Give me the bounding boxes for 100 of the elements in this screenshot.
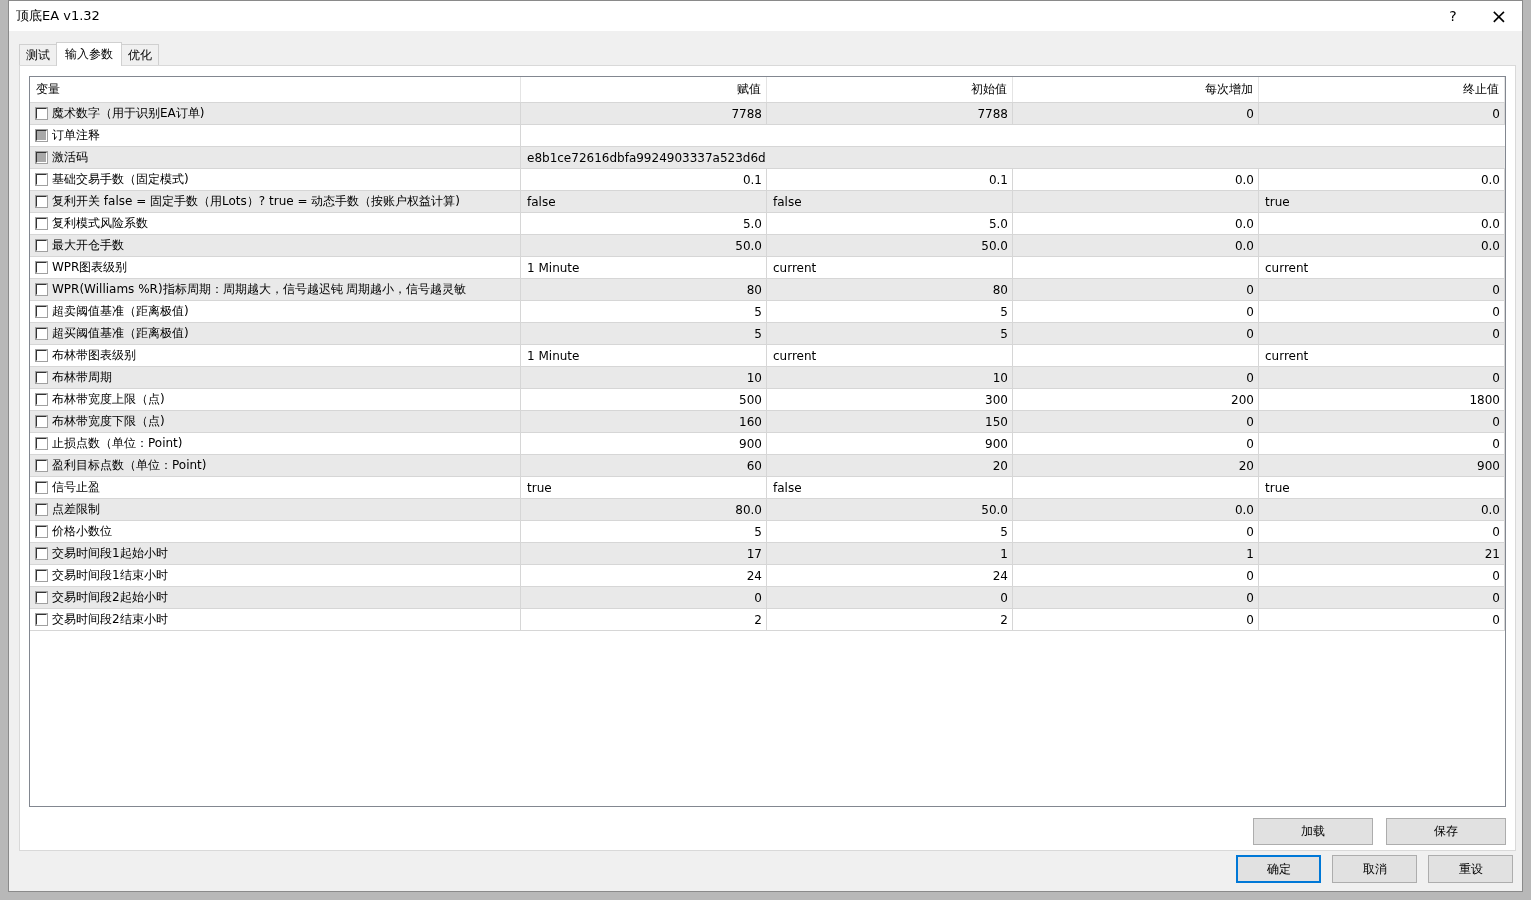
checkbox[interactable] (36, 174, 47, 185)
dialog-button[interactable]: 重设 (1428, 855, 1513, 883)
tab[interactable]: 输入参数 (56, 42, 122, 66)
table-cell: 1 Minute (527, 348, 580, 363)
table-cell: 0 (1246, 370, 1254, 385)
table-cell: current (1265, 348, 1309, 363)
table-cell: 0 (1246, 568, 1254, 583)
table-cell: 300 (985, 392, 1008, 407)
tab[interactable]: 优化 (121, 44, 159, 65)
table-cell: 5.0 (988, 216, 1008, 231)
checkbox[interactable] (36, 284, 47, 295)
column-header[interactable]: 变量 (30, 77, 521, 102)
table-cell: 5 (754, 304, 762, 319)
table-cell: current (1265, 260, 1309, 275)
table-cell: 24 (992, 568, 1008, 583)
parameter-name: 点差限制 (52, 501, 100, 518)
column-header[interactable]: 赋值 (521, 77, 767, 102)
help-button[interactable]: ? (1430, 8, 1476, 24)
dialog-button[interactable]: 确定 (1236, 855, 1321, 883)
column-header[interactable]: 每次增加 (1013, 77, 1259, 102)
checkbox[interactable] (36, 394, 47, 405)
table-cell: 0 (1246, 524, 1254, 539)
table-cell: 0 (1492, 436, 1500, 451)
table-cell: false (773, 480, 802, 495)
table-cell: 50.0 (981, 502, 1008, 517)
tab[interactable]: 测试 (19, 44, 57, 65)
table-cell: 1 Minute (527, 260, 580, 275)
table-cell: 10 (992, 370, 1008, 385)
checkbox[interactable] (36, 416, 47, 427)
parameter-name: 止损点数（单位：Point) (52, 435, 183, 452)
panel-button[interactable]: 加载 (1253, 818, 1373, 845)
checkbox[interactable] (36, 218, 47, 229)
table-cell: 0 (1492, 326, 1500, 341)
parameter-name: 盈利目标点数（单位：Point) (52, 457, 207, 474)
checkbox[interactable] (36, 108, 47, 119)
table-cell: 20 (992, 458, 1008, 473)
table-cell: 21 (1484, 546, 1500, 561)
column-header[interactable]: 终止值 (1259, 77, 1505, 102)
table-cell: false (527, 194, 556, 209)
parameter-name: 交易时间段1起始小时 (52, 545, 168, 562)
dialog-button[interactable]: 取消 (1332, 855, 1417, 883)
table-cell: 0.0 (1480, 172, 1500, 187)
checkbox[interactable] (36, 438, 47, 449)
parameter-name: 交易时间段1结束小时 (52, 567, 168, 584)
table-cell: 0 (754, 590, 762, 605)
table-cell: 80 (746, 282, 762, 297)
table-cell: 0 (1492, 414, 1500, 429)
checkbox[interactable] (36, 306, 47, 317)
table-cell: true (527, 480, 552, 495)
parameter-name: 基础交易手数（固定模式) (52, 171, 189, 188)
table-cell: 5 (754, 326, 762, 341)
parameter-name: 订单注释 (52, 127, 100, 144)
checkbox[interactable] (36, 482, 47, 493)
table-cell: 5 (754, 524, 762, 539)
table-cell: 900 (739, 436, 762, 451)
parameter-name: WPR图表级别 (52, 259, 128, 276)
checkbox[interactable] (36, 570, 47, 581)
checkbox[interactable] (36, 328, 47, 339)
table-cell: 0 (1246, 612, 1254, 627)
parameter-name: 交易时间段2结束小时 (52, 611, 168, 628)
table-cell: 0 (1246, 106, 1254, 121)
parameter-name: 魔术数字（用于识别EA订单) (52, 105, 205, 122)
table-cell: 0 (1246, 304, 1254, 319)
column-header[interactable]: 初始值 (767, 77, 1013, 102)
table-cell: 80 (992, 282, 1008, 297)
table-cell: 0.0 (1234, 172, 1254, 187)
checkbox[interactable] (36, 526, 47, 537)
table-cell: 0 (1492, 304, 1500, 319)
table-cell: 17 (746, 546, 762, 561)
parameter-name: 布林带宽度下限（点) (52, 413, 165, 430)
table-cell: true (1265, 194, 1290, 209)
checkbox[interactable] (36, 460, 47, 471)
table-cell: 0 (1492, 370, 1500, 385)
parameter-name: WPR(Williams %R)指标周期：周期越大，信号越迟钝 周期越小，信号越灵敏 (52, 281, 467, 298)
parameter-name: 布林带图表级别 (52, 347, 136, 364)
checkbox[interactable] (36, 240, 47, 251)
table-cell: 0.0 (1234, 216, 1254, 231)
parameter-name: 交易时间段2起始小时 (52, 589, 168, 606)
table-cell: 0 (1492, 282, 1500, 297)
checkbox[interactable] (36, 592, 47, 603)
checkbox[interactable] (36, 614, 47, 625)
table-cell: 24 (746, 568, 762, 583)
panel-button[interactable]: 保存 (1386, 818, 1506, 845)
checkbox[interactable] (36, 548, 47, 559)
checkbox[interactable] (36, 372, 47, 383)
table-cell: 500 (739, 392, 762, 407)
table-cell: 50.0 (735, 238, 762, 253)
parameter-name: 复利开关 false = 固定手数（用Lots）? true = 动态手数（按账户权益计算) (52, 193, 460, 210)
table-cell: 900 (985, 436, 1008, 451)
checkbox[interactable] (36, 262, 47, 273)
close-button[interactable]: × (1476, 4, 1522, 28)
table-cell: 50.0 (981, 238, 1008, 253)
parameter-name: 信号止盈 (52, 479, 100, 496)
table-cell: 1 (1246, 546, 1254, 561)
table-cell: 2 (754, 612, 762, 627)
checkbox[interactable] (36, 196, 47, 207)
checkbox[interactable] (36, 504, 47, 515)
table-cell: 7788 (731, 106, 762, 121)
table-cell: 0.0 (1234, 502, 1254, 517)
checkbox[interactable] (36, 350, 47, 361)
